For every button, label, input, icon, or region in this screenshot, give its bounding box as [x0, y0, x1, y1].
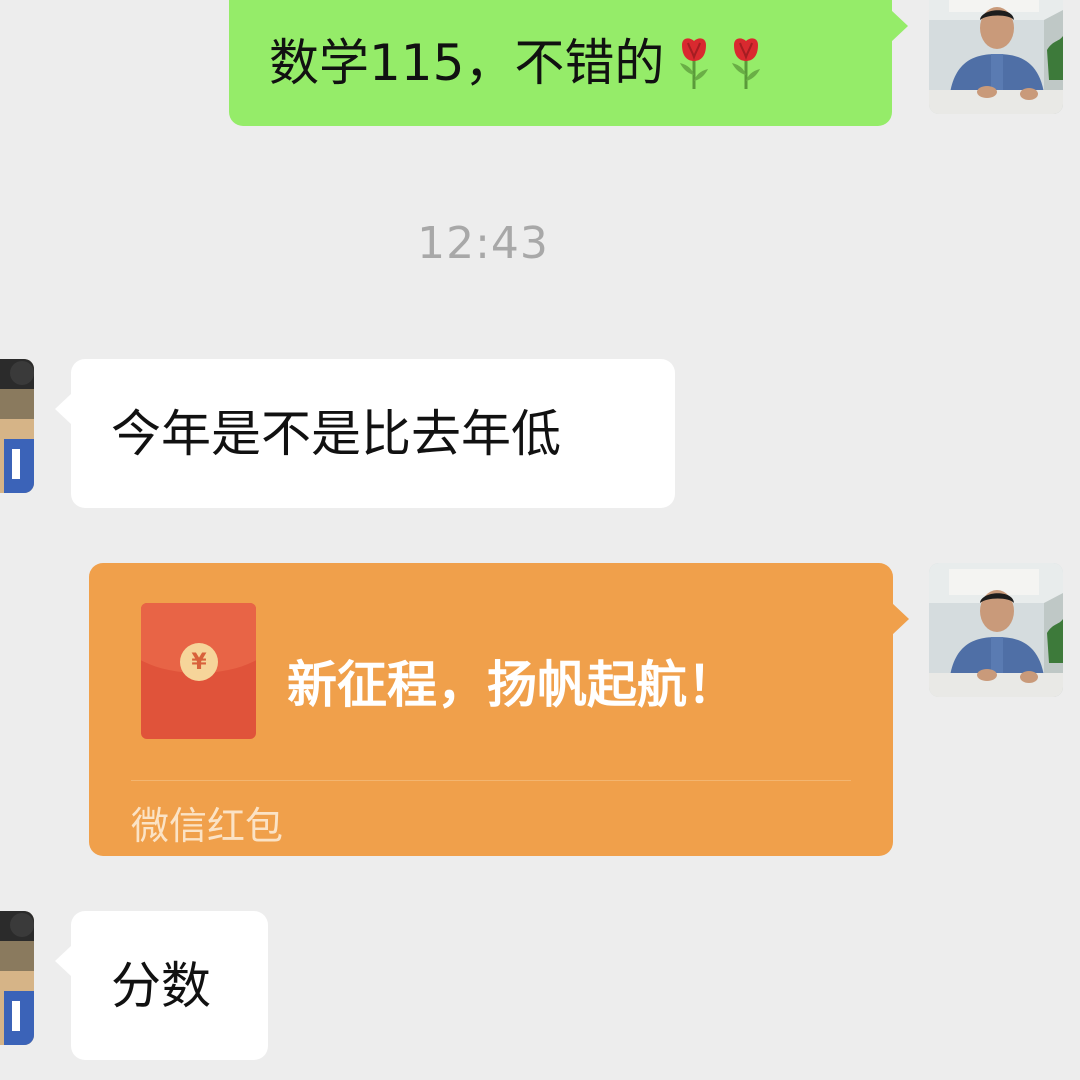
sender-avatar[interactable] — [929, 563, 1063, 697]
red-packet-card[interactable]: ¥ 新征程，扬帆起航！ 微信红包 — [89, 563, 909, 856]
chat-view: 数学115，不错的 12:43 今年是不是比去年低 ¥ 新征程，扬帆起航！ 微信… — [0, 0, 1080, 1080]
divider — [131, 780, 851, 781]
received-message-bubble[interactable]: 今年是不是比去年低 — [55, 359, 675, 508]
contact-avatar[interactable] — [0, 359, 34, 493]
contact-avatar[interactable] — [0, 911, 34, 1045]
message-text: 今年是不是比去年低 — [111, 404, 561, 463]
message-text: 分数 — [111, 956, 211, 1015]
message-timestamp: 12:43 — [417, 218, 549, 269]
rose-icon — [672, 35, 716, 91]
rose-icon — [724, 35, 768, 91]
message-text: 数学115，不错的 — [269, 34, 665, 92]
red-packet-title: 新征程，扬帆起航！ — [287, 656, 737, 714]
red-packet-icon: ¥ — [141, 603, 256, 739]
received-message-bubble[interactable]: 分数 — [55, 911, 268, 1060]
sender-avatar[interactable] — [929, 0, 1063, 114]
sent-message-bubble[interactable]: 数学115，不错的 — [229, 0, 908, 126]
yuan-coin-icon: ¥ — [180, 643, 218, 681]
red-packet-label: 微信红包 — [131, 804, 284, 848]
